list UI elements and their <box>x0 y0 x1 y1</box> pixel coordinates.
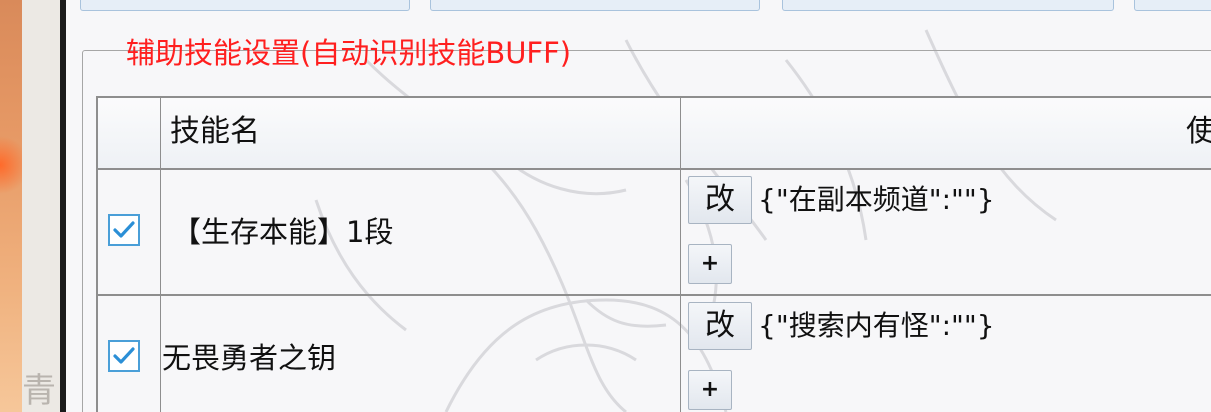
background-window-text: 青 <box>22 371 56 411</box>
table-header <box>98 98 1211 168</box>
background-window-panel: 青 <box>22 0 61 412</box>
row1-checkbox[interactable] <box>108 214 140 246</box>
row2-edit-button[interactable]: 改 <box>688 302 752 350</box>
header-skill-name[interactable]: 技能名 <box>170 112 260 152</box>
top-tab-2[interactable] <box>430 0 760 11</box>
row1-skill-name: 【生存本能】1段 <box>172 215 394 249</box>
row2-skill-name: 无畏勇者之钥 <box>162 341 337 375</box>
row2-condition: {"搜索内有怪":""} <box>758 309 995 342</box>
skill-table: 技能名 使 【生存本能】1段 改 {"在副本频道":""} + 无畏勇者之钥 改… <box>96 96 1211 412</box>
skill-settings-window: 辅助技能设置(自动识别技能BUFF) 技能名 使 【生存本能】1段 改 {"在副… <box>66 0 1211 412</box>
top-tab-1[interactable] <box>80 0 410 11</box>
row1-condition: {"在副本频道":""} <box>758 183 995 216</box>
checkmark-icon <box>113 347 135 364</box>
header-use-condition[interactable]: 使 <box>1186 112 1211 152</box>
groupbox-title: 辅助技能设置(自动识别技能BUFF) <box>126 36 572 70</box>
row2-checkbox[interactable] <box>108 340 140 372</box>
row2-add-button[interactable]: + <box>688 370 732 410</box>
top-tab-3[interactable] <box>782 0 1114 11</box>
row1-edit-button[interactable]: 改 <box>688 176 752 224</box>
row1-add-button[interactable]: + <box>688 244 732 284</box>
desktop-background-strip <box>0 0 22 412</box>
top-tab-4[interactable] <box>1134 0 1211 11</box>
checkmark-icon <box>113 221 135 238</box>
